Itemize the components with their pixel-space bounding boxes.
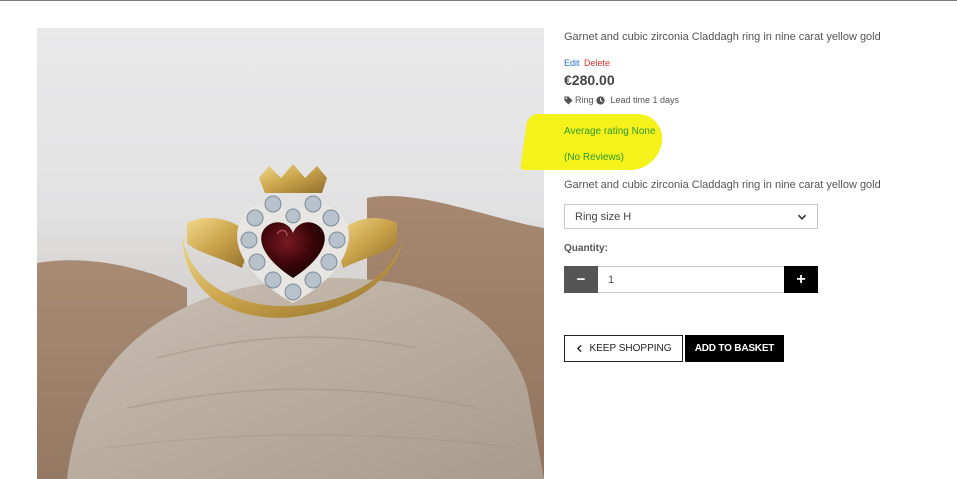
- quantity-input[interactable]: 1: [598, 266, 784, 293]
- product-image: [37, 28, 544, 479]
- ring-size-select[interactable]: Ring size H: [564, 204, 818, 229]
- quantity-decrement-button[interactable]: −: [564, 266, 598, 293]
- average-rating: Average rating None: [564, 126, 656, 137]
- chevron-left-icon: [577, 344, 583, 353]
- ring-size-selected: Ring size H: [575, 210, 632, 223]
- quantity-stepper: − 1 +: [564, 266, 818, 293]
- keep-shopping-label: KEEP SHOPPING: [589, 343, 672, 354]
- tag-icon: [564, 95, 573, 105]
- category-link[interactable]: Ring: [575, 95, 594, 105]
- lead-time: Lead time 1 days: [610, 95, 680, 105]
- chevron-down-icon: [797, 214, 807, 220]
- reviews-count[interactable]: (No Reviews): [564, 152, 624, 163]
- quantity-label: Quantity:: [564, 243, 608, 254]
- top-divider: [0, 0, 957, 1]
- product-meta: Ring Lead time 1 days: [564, 95, 679, 105]
- edit-link[interactable]: Edit: [564, 58, 580, 68]
- quantity-increment-button[interactable]: +: [784, 266, 818, 293]
- keep-shopping-button[interactable]: KEEP SHOPPING: [564, 335, 683, 362]
- admin-links: Edit Delete: [564, 58, 610, 68]
- clock-icon: [595, 95, 605, 105]
- product-price: €280.00: [564, 72, 615, 88]
- product-title: Garnet and cubic zirconia Claddagh ring …: [564, 31, 881, 43]
- product-description-title: Garnet and cubic zirconia Claddagh ring …: [564, 179, 881, 191]
- delete-link[interactable]: Delete: [584, 58, 610, 68]
- add-to-basket-button[interactable]: ADD TO BASKET: [685, 335, 784, 362]
